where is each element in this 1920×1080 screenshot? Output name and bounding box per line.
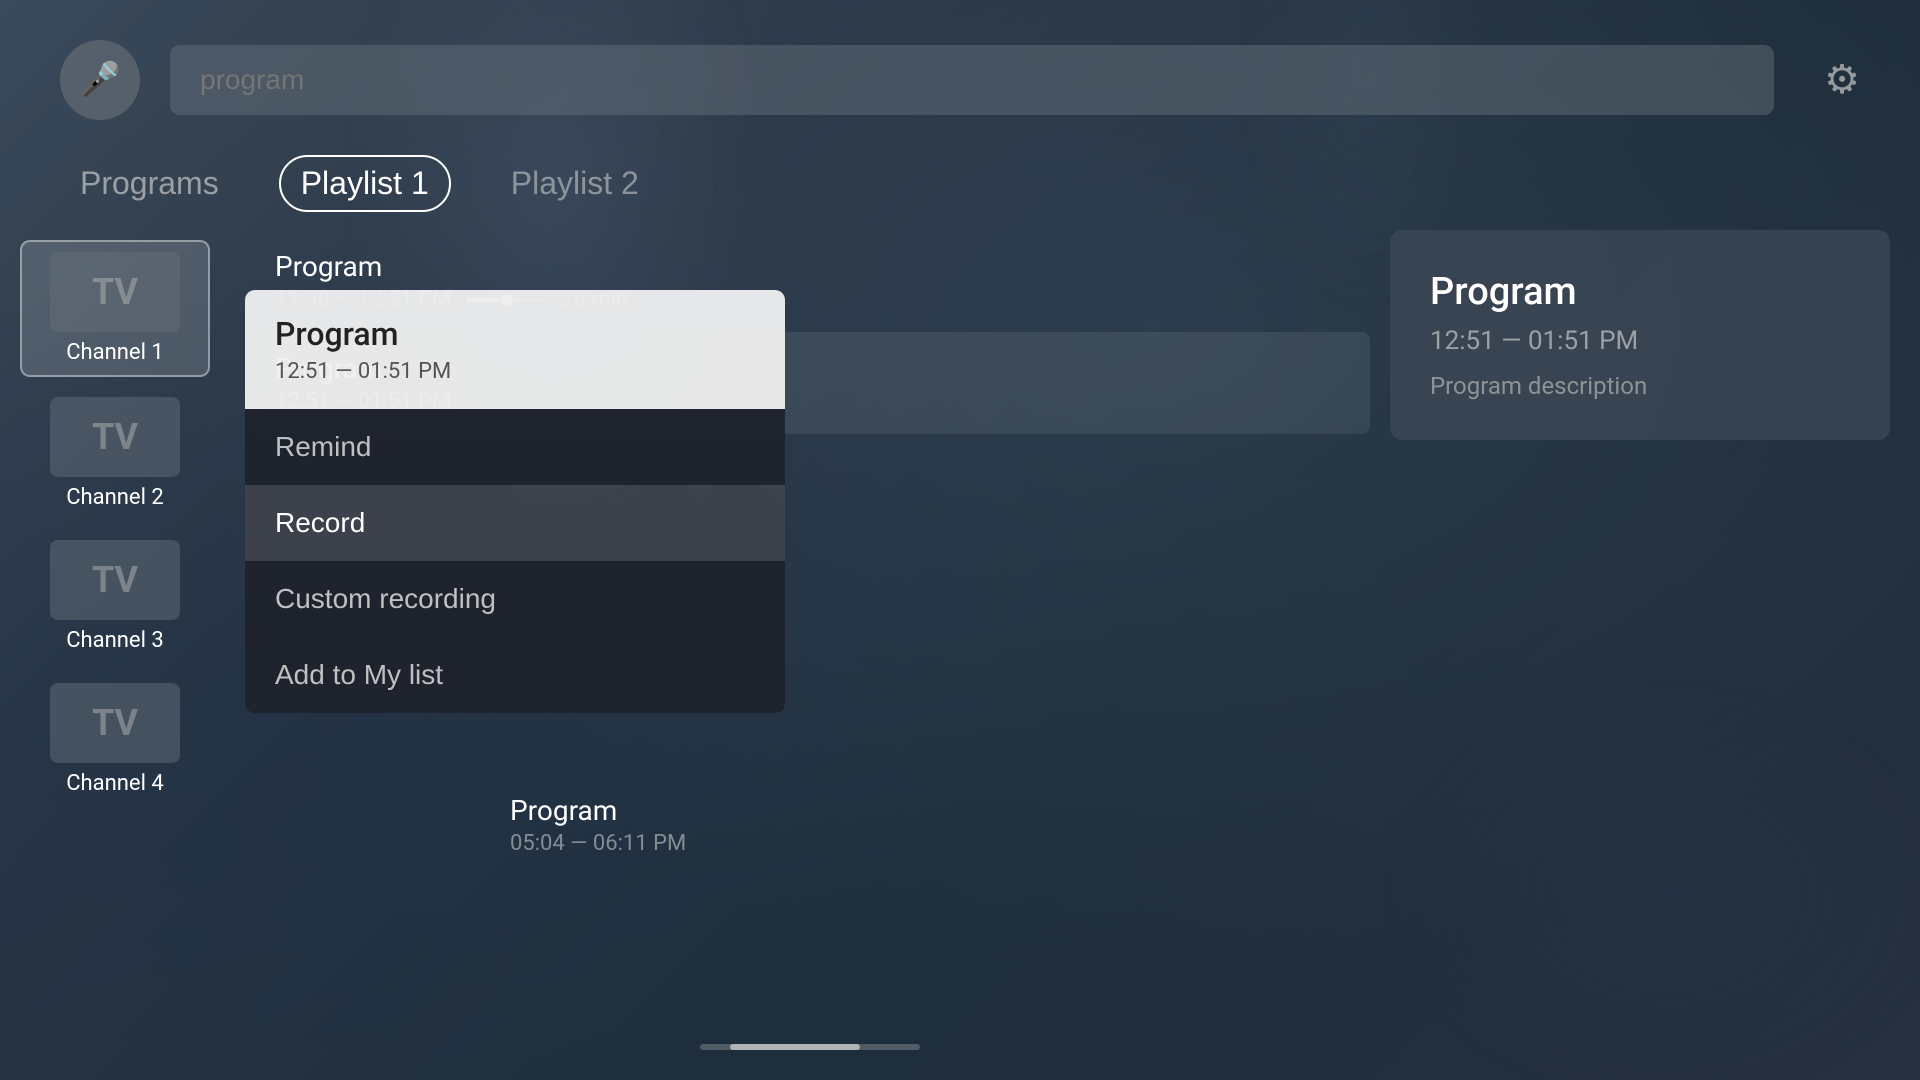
context-menu-custom-recording[interactable]: Custom recording [245, 561, 785, 637]
context-menu-add-to-list[interactable]: Add to My list [245, 637, 785, 713]
bottom-program[interactable]: Program 05:04 — 06:11 PM [485, 774, 1605, 876]
tv-icon-2: TV [92, 416, 138, 458]
main-content: TV Channel 1 TV Channel 2 TV Channel 3 T… [0, 230, 1920, 1080]
channel-label-1: Channel 1 [66, 340, 164, 365]
context-program-title: Program [275, 315, 755, 353]
tv-icon-3: TV [92, 559, 138, 601]
mic-icon: 🎤 [79, 60, 121, 100]
context-menu-header: Program 12:51 — 01:51 PM [245, 290, 785, 409]
channel-item-4[interactable]: TV Channel 4 [20, 673, 210, 806]
channel-thumb-4: TV [50, 683, 180, 763]
settings-icon: ⚙ [1824, 58, 1860, 102]
sidebar: TV Channel 1 TV Channel 2 TV Channel 3 T… [0, 230, 230, 1080]
info-card: Program 12:51 — 01:51 PM Program descrip… [1390, 230, 1890, 440]
channel-label-3: Channel 3 [66, 628, 164, 653]
info-card-description: Program description [1430, 372, 1850, 400]
channel-item-1[interactable]: TV Channel 1 [20, 240, 210, 377]
tab-playlist1[interactable]: Playlist 1 [279, 155, 451, 212]
nav-tabs: Programs Playlist 1 Playlist 2 [60, 155, 659, 212]
channel-item-2[interactable]: TV Channel 2 [20, 387, 210, 520]
tv-icon-4: TV [92, 702, 138, 744]
info-card-title: Program [1430, 270, 1850, 314]
settings-button[interactable]: ⚙ [1824, 57, 1860, 103]
channel-label-4: Channel 4 [66, 771, 164, 796]
bottom-program-time: 05:04 — 06:11 PM [510, 831, 1580, 856]
context-menu-record[interactable]: Record [245, 485, 785, 561]
mic-button[interactable]: 🎤 [60, 40, 140, 120]
info-card-time: 12:51 — 01:51 PM [1430, 326, 1850, 356]
program-title-1: Program [275, 250, 1345, 283]
search-input[interactable] [170, 45, 1774, 115]
context-menu: Program 12:51 — 01:51 PM Remind Record C… [245, 290, 785, 713]
channel-thumb-3: TV [50, 540, 180, 620]
scroll-indicator [700, 1044, 920, 1050]
header: 🎤 ⚙ [0, 40, 1920, 120]
programs-list: Program 11:58 — 12:51 PM 26 min Program [230, 230, 1390, 1080]
channel-thumb-2: TV [50, 397, 180, 477]
tab-programs[interactable]: Programs [60, 157, 239, 210]
tab-playlist2[interactable]: Playlist 2 [491, 157, 659, 210]
info-panel: Program 12:51 — 01:51 PM Program descrip… [1390, 230, 1890, 1080]
tv-icon-1: TV [92, 271, 138, 313]
channel-thumb-1: TV [50, 252, 180, 332]
context-menu-items: Remind Record Custom recording Add to My… [245, 409, 785, 713]
scroll-fill [730, 1044, 860, 1050]
context-menu-remind[interactable]: Remind [245, 409, 785, 485]
channel-label-2: Channel 2 [66, 485, 164, 510]
bottom-program-title: Program [510, 794, 1580, 827]
context-program-time: 12:51 — 01:51 PM [275, 359, 755, 384]
channel-item-3[interactable]: TV Channel 3 [20, 530, 210, 663]
